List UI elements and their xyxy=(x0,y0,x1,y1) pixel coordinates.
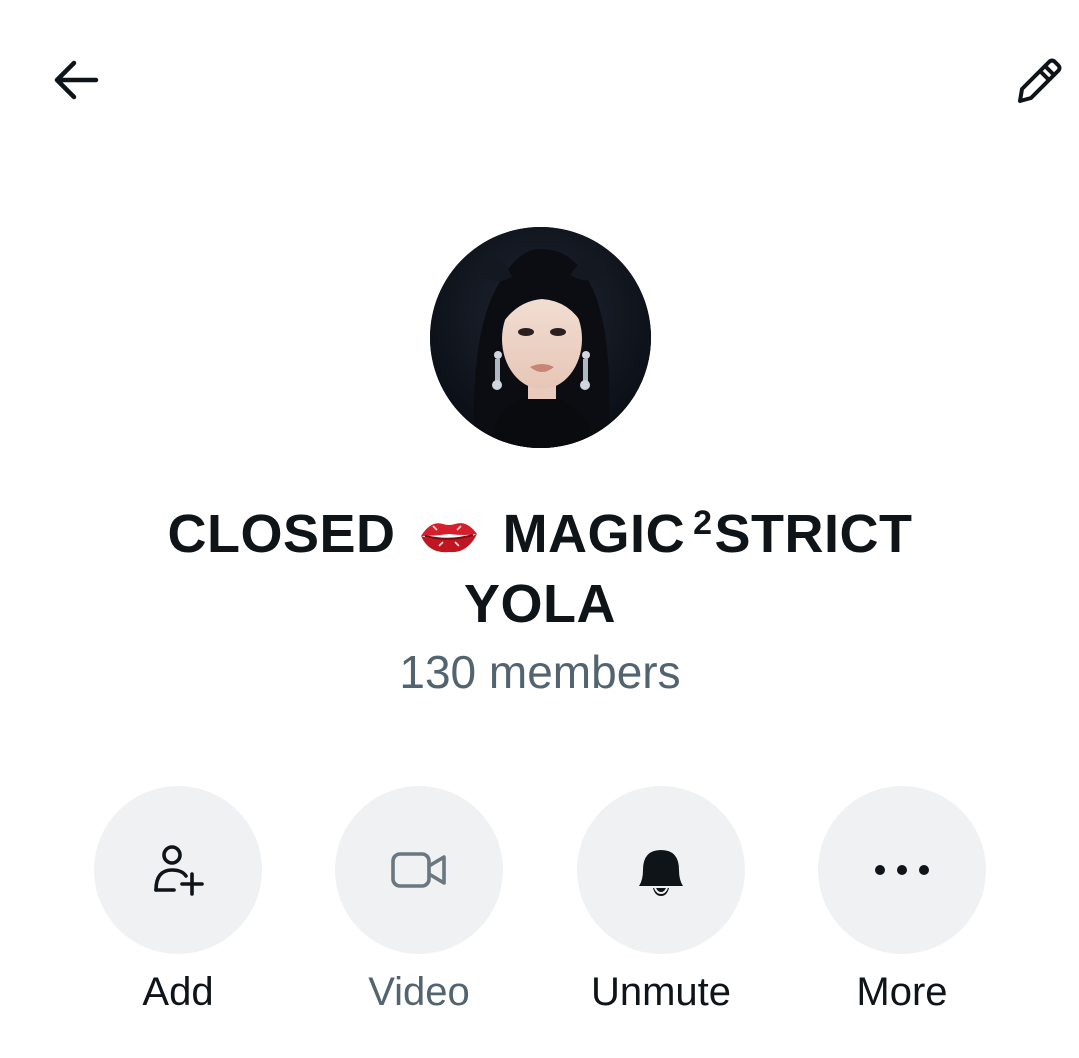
avatar-image xyxy=(430,227,651,448)
video-call-button[interactable]: Video xyxy=(335,786,503,1016)
back-button[interactable] xyxy=(40,44,112,116)
add-member-button[interactable]: Add xyxy=(94,786,262,1016)
more-button[interactable]: More xyxy=(818,786,986,1016)
title-part-strict: STRICT xyxy=(714,504,913,564)
member-count[interactable]: 130 members xyxy=(240,644,840,700)
title-superscript: 2 xyxy=(693,504,713,542)
video-button-circle[interactable] xyxy=(335,786,503,954)
bell-icon xyxy=(639,850,683,896)
video-camera-icon xyxy=(391,852,446,888)
group-avatar[interactable] xyxy=(430,227,651,448)
unmute-label: Unmute xyxy=(590,970,732,1014)
pencil-icon xyxy=(1018,58,1062,103)
arrow-left-icon xyxy=(54,60,99,100)
title-part-magic: MAGIC xyxy=(502,504,686,564)
edit-button[interactable] xyxy=(1000,44,1072,116)
more-dots-icon xyxy=(875,865,929,875)
person-plus-icon xyxy=(154,845,204,896)
add-label: Add xyxy=(142,970,214,1014)
group-title-line-2: YOLA xyxy=(463,574,616,634)
more-label: More xyxy=(856,970,948,1014)
group-title: CLOSED MAGIC 2STRICT YOLA xyxy=(60,488,1020,639)
lips-emoji-icon xyxy=(421,523,478,553)
unmute-button[interactable]: Unmute xyxy=(577,786,745,1016)
group-title-line-1: CLOSED MAGIC 2STRICT xyxy=(60,488,1020,569)
more-button-circle[interactable] xyxy=(818,786,986,954)
add-button-circle[interactable] xyxy=(94,786,262,954)
video-label: Video xyxy=(368,970,470,1014)
title-part-closed: CLOSED xyxy=(167,504,396,564)
unmute-button-circle[interactable] xyxy=(577,786,745,954)
